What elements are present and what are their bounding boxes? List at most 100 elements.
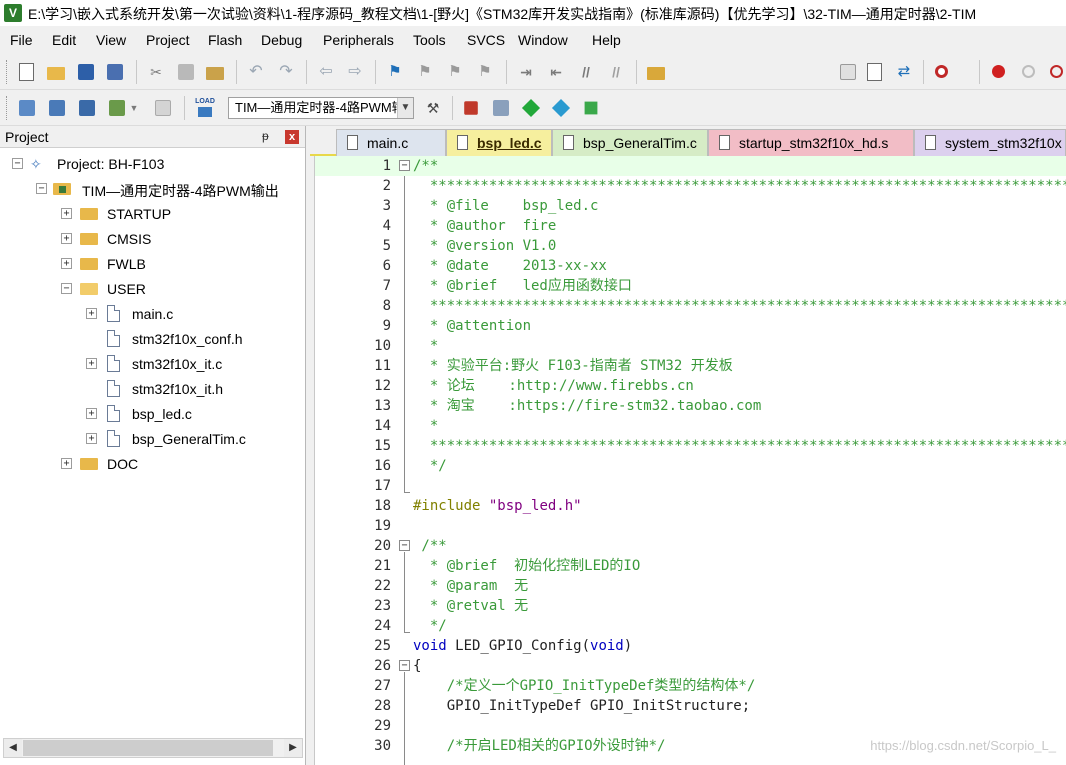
menu-window[interactable]: Window [518, 32, 568, 48]
incremental-find-icon[interactable]: ⇄ [893, 61, 915, 83]
group-label: USER [107, 281, 146, 297]
tab-startup-stm32f10x-hd-s[interactable]: startup_stm32f10x_hd.s [708, 129, 914, 156]
keil-app-icon[interactable]: V [4, 4, 22, 22]
clear-bookmarks-icon[interactable]: ⚑ [474, 61, 496, 83]
tab-main-c[interactable]: main.c [336, 129, 446, 156]
undo-icon[interactable]: ↶ [245, 61, 267, 83]
expand-icon[interactable]: + [86, 433, 97, 444]
c-file-icon [107, 305, 120, 322]
menu-edit[interactable]: Edit [52, 32, 76, 48]
menu-view[interactable]: View [96, 32, 126, 48]
code-text: ****************************************… [413, 176, 1066, 196]
new-file-icon[interactable] [16, 61, 38, 83]
code-editor[interactable]: 1−/** 2 *********************************… [314, 156, 1066, 765]
code-text: * @author fire [413, 216, 556, 236]
include-file: "bsp_led.h" [480, 498, 582, 514]
expand-icon[interactable]: + [86, 408, 97, 419]
save-icon[interactable] [75, 61, 97, 83]
download-icon[interactable]: LOAD [192, 97, 218, 119]
fold-collapse-icon[interactable]: − [399, 160, 410, 171]
tab-label: bsp_led.c [477, 135, 542, 151]
redo-icon[interactable]: ↷ [275, 61, 297, 83]
indent-icon[interactable]: ⇥ [515, 61, 537, 83]
prev-bookmark-icon[interactable]: ⚑ [414, 61, 436, 83]
target-select[interactable]: TIM—通用定时器-4路PWM输出 ▼ [228, 97, 414, 119]
toolbar-grip[interactable] [6, 60, 9, 84]
menu-peripherals[interactable]: Peripherals [323, 32, 394, 48]
uncomment-icon[interactable]: // [605, 61, 627, 83]
rebuild-icon[interactable] [76, 97, 98, 119]
collapse-icon[interactable]: − [12, 158, 23, 169]
dropdown-icon[interactable] [837, 61, 859, 83]
code-text: GPIO_InitTypeDef GPIO_InitStructure; [413, 696, 750, 716]
menu-project[interactable]: Project [146, 32, 190, 48]
chevron-down-icon[interactable]: ▼ [397, 98, 413, 118]
close-icon[interactable]: x [285, 130, 299, 144]
paste-icon[interactable] [204, 61, 226, 83]
scroll-right-icon[interactable]: ▶ [284, 739, 302, 757]
file-extensions-icon[interactable] [490, 97, 512, 119]
pack-installer-icon[interactable] [550, 97, 572, 119]
expand-icon[interactable]: + [86, 358, 97, 369]
debug-start-icon[interactable] [931, 61, 953, 83]
batch-build-icon[interactable] [106, 97, 128, 119]
toolbar-grip[interactable] [6, 96, 9, 120]
expand-icon[interactable]: + [61, 458, 72, 469]
line-number: 21 [374, 558, 391, 574]
expand-icon[interactable]: + [61, 208, 72, 219]
code-line: 15 *************************************… [315, 436, 1066, 456]
target-options-icon[interactable]: ⚒ [422, 97, 444, 119]
navigate-back-icon[interactable]: ⇦ [315, 61, 337, 83]
stop-build-icon[interactable] [152, 97, 174, 119]
code-line: 12 * 论坛 :http://www.firebbs.cn [315, 376, 1066, 396]
menu-help[interactable]: Help [592, 32, 621, 48]
code-line: 1−/** [315, 156, 1066, 176]
translate-icon[interactable] [16, 97, 38, 119]
expand-icon[interactable]: + [86, 308, 97, 319]
build-icon[interactable] [46, 97, 68, 119]
file-label: main.c [132, 306, 174, 322]
collapse-icon[interactable]: − [36, 183, 47, 194]
chevron-down-icon[interactable]: ▼ [128, 97, 140, 119]
file-icon [719, 135, 730, 150]
component-icon[interactable] [580, 97, 602, 119]
comment-icon[interactable]: // [575, 61, 597, 83]
find-icon[interactable] [864, 61, 886, 83]
scrollbar-thumb[interactable] [23, 740, 273, 756]
save-all-icon[interactable] [104, 61, 126, 83]
code-line: 3 * @file bsp_led.c [315, 196, 1066, 216]
breakpoint-icon[interactable] [988, 61, 1010, 83]
expand-icon[interactable]: + [61, 233, 72, 244]
manage-run-time-icon[interactable] [520, 97, 542, 119]
collapse-icon[interactable]: − [61, 283, 72, 294]
navigate-forward-icon[interactable]: ⇨ [344, 61, 366, 83]
manage-project-items-icon[interactable] [460, 97, 482, 119]
bookmark-icon[interactable]: ⚑ [384, 61, 406, 83]
tab-bsp-led-c[interactable]: bsp_led.c [446, 129, 552, 156]
tab-system-stm32f10x[interactable]: system_stm32f10x [914, 129, 1066, 156]
horizontal-scrollbar[interactable]: ◀ ▶ [3, 738, 303, 758]
scroll-left-icon[interactable]: ◀ [4, 739, 22, 757]
disable-breakpoint-icon[interactable] [1018, 61, 1040, 83]
unindent-icon[interactable]: ⇤ [545, 61, 567, 83]
menu-flash[interactable]: Flash [208, 32, 242, 48]
next-bookmark-icon[interactable]: ⚑ [444, 61, 466, 83]
expand-icon[interactable]: + [61, 258, 72, 269]
line-number: 16 [374, 458, 391, 474]
find-in-files-icon[interactable] [645, 61, 667, 83]
tab-bsp-generaltim-c[interactable]: bsp_GeneralTim.c [552, 129, 708, 156]
pin-icon[interactable]: ᵽ [262, 129, 269, 143]
code-text: * @retval 无 [413, 596, 528, 616]
menu-tools[interactable]: Tools [413, 32, 446, 48]
menu-file[interactable]: File [10, 32, 33, 48]
code-line: 24 */ [315, 616, 1066, 636]
open-file-icon[interactable] [45, 61, 67, 83]
fold-collapse-icon[interactable]: − [399, 540, 410, 551]
code-line: 27 /*定义一个GPIO_InitTypeDef类型的结构体*/ [315, 676, 1066, 696]
menu-debug[interactable]: Debug [261, 32, 302, 48]
copy-icon[interactable] [175, 61, 197, 83]
fold-collapse-icon[interactable]: − [399, 660, 410, 671]
kill-breakpoints-icon[interactable] [1046, 61, 1066, 83]
cut-icon[interactable]: ✂ [145, 61, 167, 83]
menu-svcs[interactable]: SVCS [467, 32, 505, 48]
